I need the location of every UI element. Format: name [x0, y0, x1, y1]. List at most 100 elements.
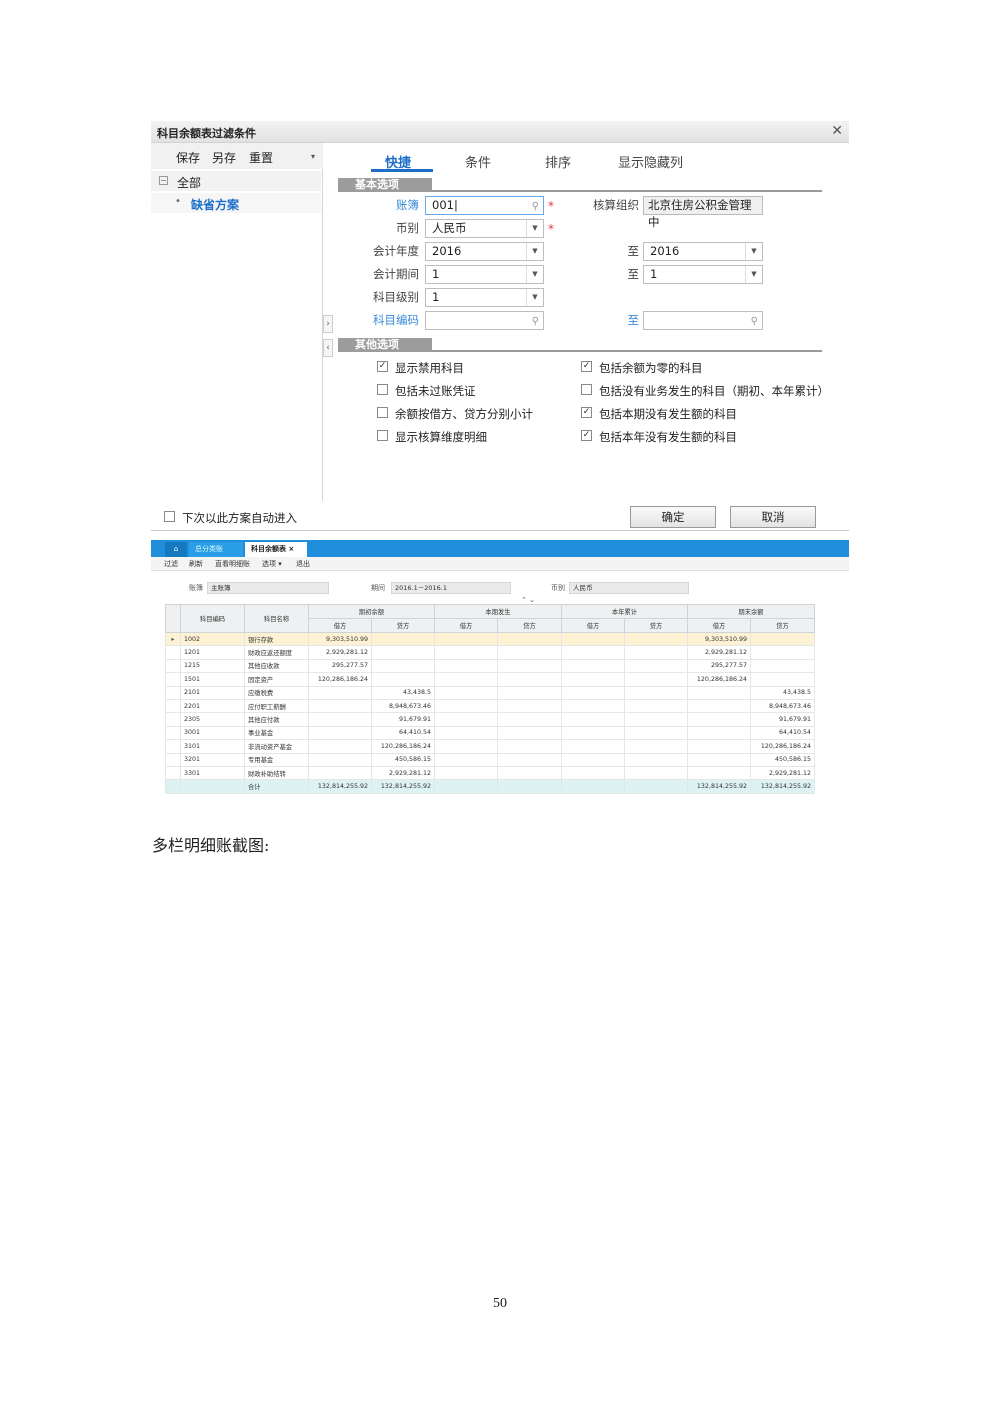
detail-button[interactable]: 直看明细账: [215, 559, 250, 569]
ledger-value: 主账簿: [207, 582, 329, 594]
reset-button[interactable]: 重置: [249, 149, 273, 166]
checkbox-subtotal[interactable]: 余额按借方、贷方分别小计: [377, 406, 533, 422]
divider: [151, 530, 849, 531]
col-debit[interactable]: 借方: [687, 618, 751, 633]
checkbox-label: 余额按借方、贷方分别小计: [395, 407, 533, 421]
table-row[interactable]: 2101 应缴税费 43,438.5 43,438.5: [165, 685, 815, 700]
search-icon[interactable]: ⚲: [532, 313, 539, 330]
home-icon[interactable]: ⌂: [165, 542, 187, 557]
save-as-button[interactable]: 另存: [212, 149, 236, 166]
cell-empty: [434, 658, 498, 674]
col-credit[interactable]: 贷方: [624, 618, 688, 633]
total-row[interactable]: 合计 132,814,255.92 132,814,255.92 132,814,25…: [165, 779, 815, 794]
chevron-down-icon[interactable]: ▼: [745, 266, 762, 283]
col-credit[interactable]: 贷方: [497, 618, 562, 633]
checkbox-icon[interactable]: [581, 384, 592, 395]
table-row[interactable]: 1501 固定资产 120,286,186.24 120,286,186.24: [165, 672, 815, 687]
col-credit[interactable]: 贷方: [750, 618, 815, 633]
close-icon[interactable]: ✕: [831, 123, 843, 139]
search-icon[interactable]: ⚲: [532, 198, 539, 215]
cancel-button[interactable]: 取消: [730, 506, 816, 528]
period-from-select[interactable]: 1 ▼: [425, 265, 544, 284]
col-code[interactable]: 科目编码: [180, 604, 245, 633]
col-debit[interactable]: 借方: [561, 618, 625, 633]
cell-open-d: [308, 765, 372, 781]
tab-general-ledger[interactable]: 总分类账: [189, 542, 243, 557]
tab-balance-sheet[interactable]: 科目余额表 ×: [245, 542, 307, 557]
col-credit[interactable]: 贷方: [371, 618, 435, 633]
checkbox-auto-enter[interactable]: 下次以此方案自动进入: [164, 510, 297, 526]
checkbox-no-period-amount[interactable]: ✓ 包括本期没有发生额的科目: [581, 406, 737, 422]
expand-toggle-icon[interactable]: ⌃ ⌄: [521, 596, 535, 604]
level-select[interactable]: 1 ▼: [425, 288, 544, 307]
cell-empty: [434, 752, 498, 767]
checkbox-icon[interactable]: [377, 384, 388, 395]
tab-show-hide-columns[interactable]: 显示隐藏列: [618, 152, 683, 171]
table-row[interactable]: ▸ 1002 银行存款 9,303,510.99 9,303,510.99: [165, 631, 815, 647]
exit-button[interactable]: 退出: [296, 559, 310, 569]
table-row[interactable]: 1215 其他应收款 295,277.57 295,277.57: [165, 658, 815, 674]
checkbox-icon[interactable]: [377, 430, 388, 441]
chevron-down-icon[interactable]: ▼: [526, 266, 543, 283]
section-basic: 基本选项: [338, 178, 822, 192]
chevron-down-icon[interactable]: ▼: [526, 220, 543, 237]
checkbox-dimension-detail[interactable]: 显示核算维度明细: [377, 429, 487, 445]
cell-end-c: [750, 658, 815, 674]
collapse-left-icon[interactable]: ‹: [323, 339, 333, 357]
chevron-down-icon[interactable]: ▾: [311, 152, 315, 161]
checkbox-show-disabled[interactable]: ✓ 显示禁用科目: [377, 360, 464, 376]
collapse-icon[interactable]: −: [159, 176, 168, 185]
cell-open-c: 450,586.15: [371, 752, 435, 767]
checkbox-icon[interactable]: ✓: [377, 361, 388, 372]
col-debit[interactable]: 借方: [308, 618, 372, 633]
dialog-titlebar: 科目余额表过滤条件 ✕: [151, 121, 849, 143]
checkbox-icon[interactable]: ✓: [581, 361, 592, 372]
checkbox-icon[interactable]: [164, 511, 175, 522]
cell-end-d: 9,303,510.99: [687, 631, 751, 647]
col-debit[interactable]: 借方: [434, 618, 498, 633]
chevron-down-icon[interactable]: ▼: [745, 243, 762, 260]
code-to-input[interactable]: ⚲: [643, 311, 763, 330]
table-row[interactable]: 2305 其他应付款 91,679.91 91,679.91: [165, 712, 815, 727]
expand-right-icon[interactable]: ›: [323, 315, 333, 333]
table-row[interactable]: 3101 非流动资产基金 120,286,186.24 120,286,186.24: [165, 739, 815, 754]
ledger-input[interactable]: 001| ⚲: [425, 196, 544, 215]
cell-code: 2201: [180, 698, 245, 714]
year-to-label: 至: [627, 244, 640, 258]
tab-conditions[interactable]: 条件: [465, 152, 491, 171]
checkbox-icon[interactable]: ✓: [581, 407, 592, 418]
table-row[interactable]: 1201 财政应返还额度 2,929,281.12 2,929,281.12: [165, 645, 815, 660]
checkbox-icon[interactable]: [377, 407, 388, 418]
tree-item-all[interactable]: − 全部: [151, 171, 321, 191]
year-to-select[interactable]: 2016 ▼: [643, 242, 763, 261]
checkbox-icon[interactable]: ✓: [581, 430, 592, 441]
org-field[interactable]: 北京住房公积金管理中: [643, 196, 763, 229]
cell-empty: [561, 698, 625, 714]
filter-button[interactable]: 过滤: [164, 559, 178, 569]
save-button[interactable]: 保存: [176, 149, 200, 166]
refresh-button[interactable]: 刷新: [189, 559, 203, 569]
currency-select[interactable]: 人民币 ▼: [425, 219, 544, 238]
tree-item-default-scheme[interactable]: • 缺省方案: [151, 193, 321, 213]
table-row[interactable]: 3301 财政补助结转 2,929,281.12 2,929,281.12: [165, 765, 815, 781]
cell-open-d: 120,286,186.24: [308, 672, 372, 687]
period-to-select[interactable]: 1 ▼: [643, 265, 763, 284]
chevron-down-icon[interactable]: ▼: [526, 289, 543, 306]
col-name[interactable]: 科目名称: [244, 604, 309, 633]
chevron-down-icon[interactable]: ▼: [526, 243, 543, 260]
tab-sort[interactable]: 排序: [545, 152, 571, 171]
table-row[interactable]: 3001 事业基金 64,410.54 64,410.54: [165, 725, 815, 741]
checkbox-zero-balance[interactable]: ✓ 包括余额为零的科目: [581, 360, 703, 376]
checkbox-unposted[interactable]: 包括未过账凭证: [377, 383, 476, 399]
checkbox-no-activity[interactable]: 包括没有业务发生的科目（期初、本年累计）: [581, 383, 829, 399]
cell-name: 固定资产: [244, 672, 309, 687]
cell-name: 银行存款: [244, 631, 309, 647]
year-from-select[interactable]: 2016 ▼: [425, 242, 544, 261]
checkbox-no-year-amount[interactable]: ✓ 包括本年没有发生额的科目: [581, 429, 737, 445]
table-row[interactable]: 2201 应付职工薪酬 8,948,673.46 8,948,673.46: [165, 698, 815, 714]
code-from-input[interactable]: ⚲: [425, 311, 544, 330]
ok-button[interactable]: 确定: [630, 506, 716, 528]
search-icon[interactable]: ⚲: [751, 313, 758, 330]
table-row[interactable]: 3201 专用基金 450,586.15 450,586.15: [165, 752, 815, 767]
options-menu[interactable]: 选项 ▾: [262, 559, 282, 569]
